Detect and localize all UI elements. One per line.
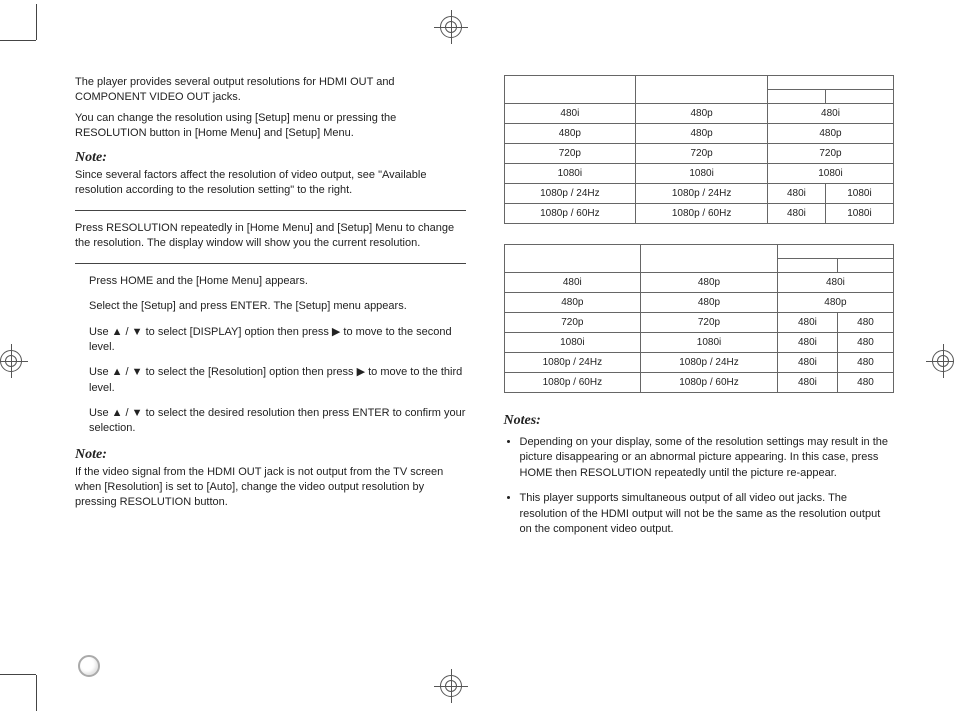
step-item: Press HOME and the [Home Menu] appears. [89, 274, 466, 289]
left-column: The player provides several output resol… [75, 75, 466, 665]
note-body-1: Since several factors affect the resolut… [75, 168, 466, 198]
note-heading-1: Note: [75, 150, 466, 166]
resolution-table-2: 480i480p480i 480p480p480p 720p720p480i48… [504, 244, 895, 393]
table-row: 720p720p720p [504, 144, 894, 164]
table-row: 1080i1080i480i480 [504, 333, 894, 353]
intro-para-1: The player provides several output resol… [75, 75, 466, 105]
steps-list: Press HOME and the [Home Menu] appears. … [89, 274, 466, 437]
page-content: The player provides several output resol… [75, 75, 894, 665]
notes-heading: Notes: [504, 413, 895, 429]
table-row: 1080p / 60Hz1080p / 60Hz480i1080i [504, 204, 894, 224]
notes-list: Depending on your display, some of the r… [520, 435, 895, 537]
intro-para-2: You can change the resolution using [Set… [75, 111, 466, 141]
table-row: 720p720p480i480 [504, 313, 894, 333]
table-row: 1080i1080i1080i [504, 164, 894, 184]
table-row: 480p480p480p [504, 293, 894, 313]
table-row: 1080p / 24Hz1080p / 24Hz480i1080i [504, 184, 894, 204]
note-heading-2: Note: [75, 447, 466, 463]
table-row: 480p480p480p [504, 124, 894, 144]
note-item: Depending on your display, some of the r… [520, 435, 895, 481]
resolution-table-1: 480i480p480i 480p480p480p 720p720p720p 1… [504, 75, 895, 224]
divider [75, 210, 466, 211]
note-body-2: If the video signal from the HDMI OUT ja… [75, 465, 466, 510]
table-row: 1080p / 60Hz1080p / 60Hz480i480 [504, 373, 894, 393]
table-row: 480i480p480i [504, 104, 894, 124]
table-row: 1080p / 24Hz1080p / 24Hz480i480 [504, 353, 894, 373]
step-item: Use ▲ / ▼ to select the desired resoluti… [89, 406, 466, 437]
right-column: 480i480p480i 480p480p480p 720p720p720p 1… [504, 75, 895, 665]
step-item: Use ▲ / ▼ to select [DISPLAY] option the… [89, 325, 466, 356]
step-item: Select the [Setup] and press ENTER. The … [89, 299, 466, 314]
divider [75, 263, 466, 264]
table-row: 480i480p480i [504, 273, 894, 293]
step-item: Use ▲ / ▼ to select the [Resolution] opt… [89, 365, 466, 396]
page-number-orb [78, 655, 100, 677]
press-resolution-para: Press RESOLUTION repeatedly in [Home Men… [75, 221, 466, 251]
note-item: This player supports simultaneous output… [520, 491, 895, 537]
